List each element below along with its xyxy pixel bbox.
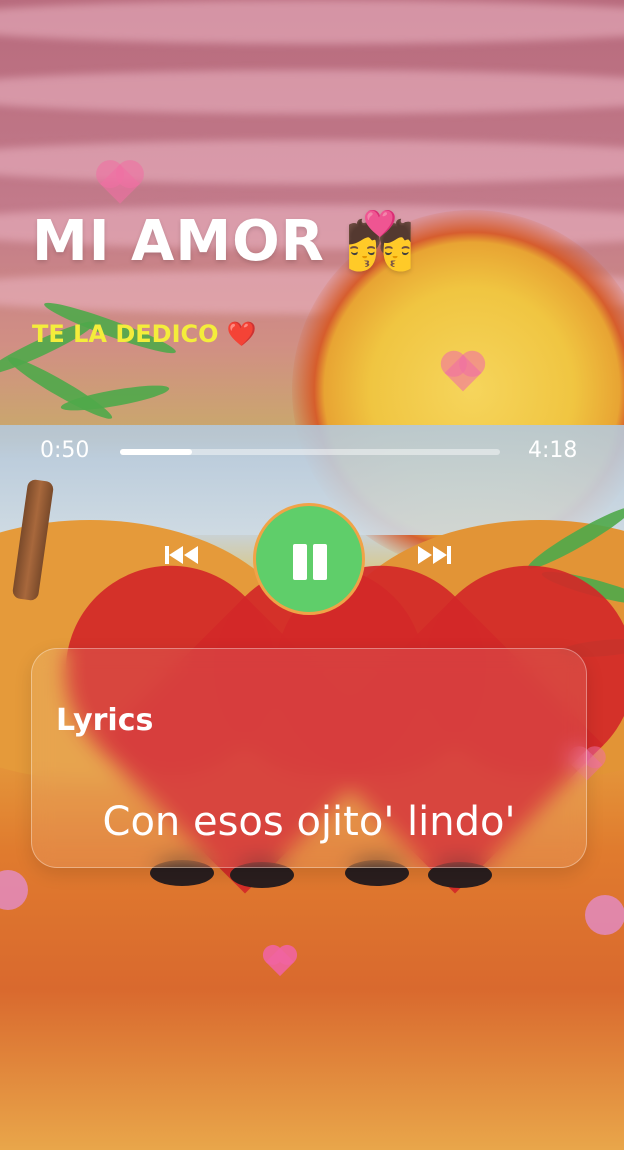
current-lyric-line: Con esos ojito' lindo'	[102, 799, 516, 845]
total-duration: 4:18	[528, 438, 578, 463]
progress-fill	[120, 449, 193, 455]
song-dedication: TE LA DEDICO ❤️	[32, 320, 257, 348]
lyrics-card: Lyrics Con esos ojito' lindo'	[31, 648, 587, 868]
pause-button[interactable]	[253, 503, 365, 615]
elapsed-time: 0:50	[40, 438, 90, 463]
player-screen: MI AMOR 💏 TE LA DEDICO ❤️ 0:50 4:18 Lyri…	[0, 0, 624, 1150]
skip-next-icon	[418, 546, 451, 564]
lyrics-heading: Lyrics	[56, 703, 154, 738]
song-title: MI AMOR 💏	[32, 209, 417, 274]
skip-previous-icon	[165, 546, 198, 564]
previous-track-button[interactable]	[162, 538, 202, 572]
progress-slider[interactable]	[120, 449, 500, 455]
next-track-button[interactable]	[414, 538, 454, 572]
